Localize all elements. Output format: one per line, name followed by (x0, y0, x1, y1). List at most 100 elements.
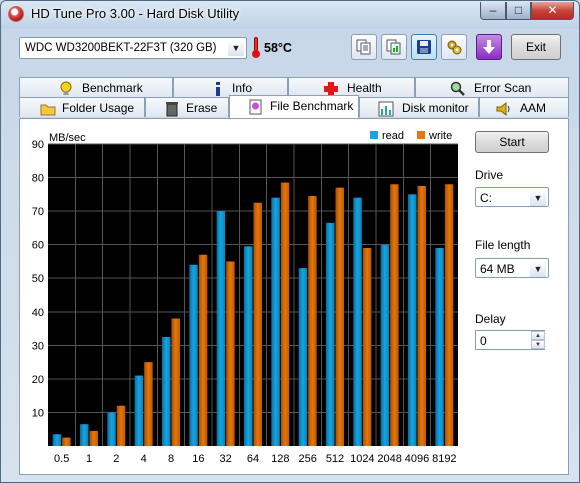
write-bar (62, 437, 71, 446)
copy-screenshot-icon (386, 39, 401, 55)
legend-swatch (370, 131, 378, 139)
x-tick-label: 64 (247, 453, 259, 465)
chevron-down-icon[interactable]: ▼ (530, 190, 546, 206)
chart-legend: read write (370, 130, 452, 142)
y-tick-label: 30 (32, 340, 44, 352)
delay-value: 0 (480, 334, 487, 348)
read-bar (298, 268, 308, 446)
tab-health-label: Health (347, 81, 382, 95)
y-tick-label: 90 (32, 139, 44, 151)
legend-label: write (428, 130, 452, 142)
tab-error-scan[interactable]: Error Scan (415, 77, 569, 97)
info-icon (210, 81, 226, 97)
x-ticks: 0.5 1 2 4 8 16 32 64 128 256 512 1024 2048 4096 8192 (54, 453, 457, 465)
exit-button[interactable]: Exit (511, 34, 561, 60)
spin-down-icon[interactable]: ▼ (531, 340, 545, 349)
x-tick-label: 8 (168, 453, 174, 465)
save-button[interactable] (411, 34, 437, 60)
legend-swatch (417, 131, 425, 139)
x-tick-label: 256 (298, 453, 316, 465)
drive-letter-select[interactable]: C: ▼ (475, 187, 549, 207)
options-button[interactable] (441, 34, 467, 60)
write-bar (116, 405, 126, 446)
write-bar (89, 430, 98, 446)
tab-folder-usage-label: Folder Usage (62, 101, 135, 115)
close-button[interactable]: ✕ (531, 2, 574, 20)
write-bar (335, 187, 344, 446)
chevron-down-icon[interactable]: ▼ (228, 40, 244, 56)
x-tick-label: 1024 (350, 453, 374, 465)
y-tick-label: 50 (32, 273, 44, 285)
y-tick-label: 80 (32, 173, 44, 185)
read-bar (134, 375, 144, 446)
write-bar (444, 184, 454, 446)
file-benchmark-panel: MB/sec read write 10 20 30 40 50 60 70 80 90 0.5 1… (19, 118, 569, 475)
copy-text-button[interactable] (351, 34, 377, 60)
y-ticks: 10 20 30 40 50 60 70 80 90 (32, 139, 44, 419)
y-tick-label: 20 (32, 374, 44, 386)
tab-aam[interactable]: AAM (479, 97, 569, 117)
down-arrow-icon (483, 40, 495, 54)
copy-screenshot-button[interactable] (381, 34, 407, 60)
delay-label: Delay (475, 312, 506, 326)
y-tick-label: 10 (32, 407, 44, 419)
tab-strip: Benchmark Info Health Error Scan Folder … (19, 77, 569, 119)
x-tick-label: 2048 (377, 453, 401, 465)
write-bar (417, 185, 426, 446)
title-bar[interactable]: HD Tune Pro 3.00 - Hard Disk Utility – □… (1, 1, 579, 27)
x-tick-label: 16 (192, 453, 204, 465)
tab-benchmark[interactable]: Benchmark (19, 77, 173, 97)
tab-disk-monitor[interactable]: Disk monitor (359, 97, 479, 117)
down-arrow-button[interactable] (476, 34, 502, 60)
trash-icon (164, 101, 180, 117)
chevron-down-icon[interactable]: ▼ (530, 261, 546, 277)
drive-letter-value: C: (480, 191, 492, 205)
file-length-label: File length (475, 238, 531, 252)
minimize-button[interactable]: – (480, 2, 506, 20)
write-bar (280, 182, 290, 446)
x-tick-label: 1 (86, 453, 92, 465)
read-bar (52, 434, 62, 446)
read-bar (435, 248, 444, 446)
tab-erase-label: Erase (186, 101, 218, 115)
tab-erase[interactable]: Erase (145, 97, 229, 117)
read-bar (380, 244, 390, 446)
y-tick-label: 60 (32, 240, 44, 252)
file-length-select[interactable]: 64 MB ▼ (475, 258, 549, 278)
save-icon (417, 40, 431, 54)
window-title: HD Tune Pro 3.00 - Hard Disk Utility (31, 6, 240, 21)
options-icon (447, 40, 462, 55)
file-length-value: 64 MB (480, 262, 515, 276)
tab-health[interactable]: Health (288, 77, 415, 97)
lightbulb-icon (58, 81, 74, 97)
x-tick-label: 8192 (432, 453, 456, 465)
x-tick-label: 128 (271, 453, 289, 465)
spin-up-icon[interactable]: ▲ (531, 331, 545, 340)
tab-folder-usage[interactable]: Folder Usage (19, 97, 145, 117)
speaker-icon (496, 101, 512, 117)
start-button[interactable]: Start (475, 131, 549, 153)
tab-info[interactable]: Info (173, 77, 288, 97)
x-tick-label: 0.5 (54, 453, 69, 465)
legend-label: read (382, 130, 404, 142)
y-tick-label: 40 (32, 307, 44, 319)
write-bar (253, 202, 262, 446)
read-bar (216, 211, 226, 446)
file-lightbulb-icon (248, 99, 264, 115)
delay-spinner[interactable]: 0 ▲ ▼ (475, 330, 545, 350)
y-tick-label: 70 (32, 206, 44, 218)
tab-file-benchmark[interactable]: File Benchmark (229, 95, 359, 118)
tab-disk-monitor-label: Disk monitor (402, 101, 469, 115)
magnifier-icon (450, 81, 466, 97)
write-bar (171, 318, 180, 446)
maximize-button[interactable]: □ (506, 2, 531, 20)
toolbar: WDC WD3200BEKT-22F3T (320 GB) ▼ 58°C Exi… (5, 29, 577, 69)
tab-info-label: Info (232, 81, 253, 95)
thermometer-icon (251, 36, 261, 60)
drive-select[interactable]: WDC WD3200BEKT-22F3T (320 GB) ▼ (19, 37, 247, 59)
write-bar (362, 248, 372, 446)
x-tick-label: 2 (113, 453, 119, 465)
copy-text-icon (356, 39, 371, 55)
read-bar (107, 412, 116, 446)
write-bar (198, 254, 208, 446)
